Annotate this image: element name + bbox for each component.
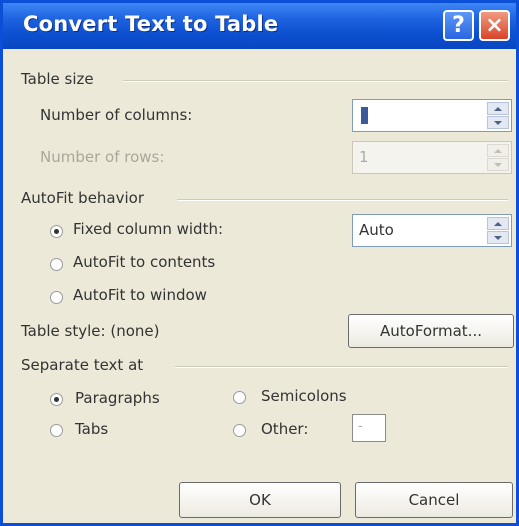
columns-label: Number of columns: <box>40 106 193 124</box>
paragraphs-label[interactable]: Paragraphs <box>75 389 160 407</box>
rows-up-arrow <box>487 144 509 157</box>
autofit-window-radio[interactable] <box>50 291 63 304</box>
autofit-divider <box>177 199 508 201</box>
semicolons-label[interactable]: Semicolons <box>261 387 347 405</box>
other-label[interactable]: Other: <box>261 420 308 438</box>
separate-heading: Separate text at <box>21 356 144 374</box>
rows-down-arrow <box>487 158 509 171</box>
tabs-radio[interactable] <box>50 424 63 437</box>
fixed-width-label[interactable]: Fixed column width: <box>73 220 223 238</box>
semicolons-radio[interactable] <box>233 391 246 404</box>
table-size-heading: Table size <box>21 70 94 88</box>
autofit-contents-label[interactable]: AutoFit to contents <box>73 253 215 271</box>
rows-spinner: 1 <box>352 141 512 174</box>
autofit-window-label[interactable]: AutoFit to window <box>73 286 207 304</box>
help-icon[interactable]: ? <box>443 10 474 41</box>
text-cursor <box>361 107 368 124</box>
dialog-title: Convert Text to Table <box>23 12 279 36</box>
separate-divider <box>175 366 508 368</box>
other-radio[interactable] <box>233 424 246 437</box>
cancel-button[interactable]: Cancel <box>355 482 513 518</box>
other-separator-input[interactable]: - <box>352 414 386 442</box>
ok-button[interactable]: OK <box>179 482 341 518</box>
rows-value: 1 <box>359 148 369 166</box>
columns-down-arrow[interactable] <box>487 116 509 129</box>
width-up-arrow[interactable] <box>487 217 509 230</box>
title-bar: Convert Text to Table ? × <box>3 3 516 49</box>
close-icon[interactable]: × <box>479 10 510 41</box>
autoformat-button[interactable]: AutoFormat... <box>348 314 514 348</box>
column-width-value: Auto <box>359 221 394 239</box>
autofit-contents-radio[interactable] <box>50 258 63 271</box>
other-separator-value: - <box>358 419 363 434</box>
rows-label: Number of rows: <box>40 148 165 166</box>
fixed-width-radio[interactable] <box>50 225 63 238</box>
convert-text-to-table-dialog: Convert Text to Table ? × Table size Num… <box>0 0 519 526</box>
tabs-label[interactable]: Tabs <box>75 420 108 438</box>
column-width-spinner[interactable]: Auto <box>352 214 512 247</box>
columns-up-arrow[interactable] <box>487 102 509 115</box>
paragraphs-radio[interactable] <box>50 393 63 406</box>
width-down-arrow[interactable] <box>487 231 509 244</box>
table-size-divider <box>123 80 508 82</box>
autofit-heading: AutoFit behavior <box>21 189 145 207</box>
columns-spinner[interactable] <box>352 99 512 132</box>
table-style-label: Table style: (none) <box>21 322 160 340</box>
